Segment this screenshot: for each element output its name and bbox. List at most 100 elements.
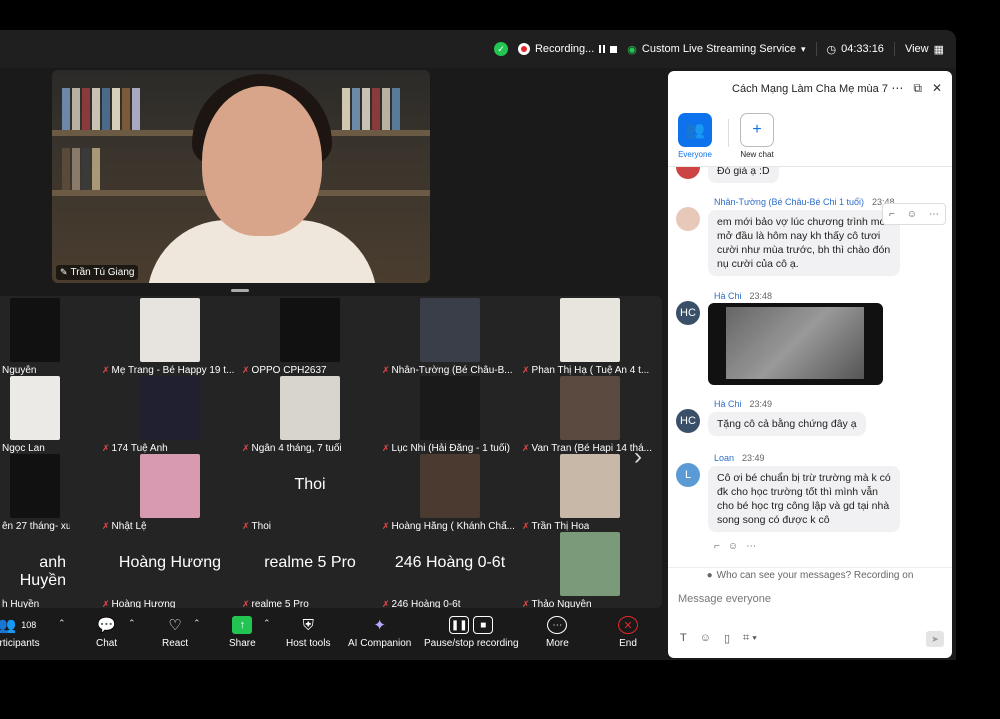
chevron-up-icon[interactable]: ⌃ [58,618,66,629]
participants-count: 108 [21,620,37,630]
encryption-indicator[interactable]: ✓ [493,42,508,56]
participant-tile[interactable]: ✗ Nhân-Tường (Bé Châu-B... [380,298,520,376]
participant-tile[interactable]: Nguyễn [0,298,70,376]
participant-tile[interactable]: ✗ Ngân 4 tháng, 7 tuổi [240,376,380,454]
meeting-toolbar: 👥 108 articipants ⌃ 💬 Chat ⌃ ♡ React ⌃ ↑… [0,608,664,660]
sender-name: Loan [714,453,735,463]
pause-stop-recording-button[interactable]: ❚❚ ■ Pause/stop recording [424,616,519,649]
avatar-initials: HC [680,307,696,319]
host-tools-button[interactable]: ⛨ Host tools [286,616,331,650]
end-label: End [619,638,637,649]
participant-name-label: ✗ Mẹ Trang - Bé Happy 19 t... [102,365,234,376]
livestream-label: Custom Live Streaming Service [641,43,796,55]
participant-tile[interactable]: realme 5 Pro ✗ realme 5 Pro [240,532,380,610]
broadcast-icon: ◉ [627,43,637,56]
react-button[interactable]: ♡ React [162,616,188,649]
share-screen-icon: ↑ [232,616,253,634]
avatar: HC [676,409,700,433]
participant-tile[interactable]: ✗ Mẹ Trang - Bé Happy 19 t... [100,298,240,376]
pause-recording-icon[interactable] [599,45,606,53]
ai-companion-button[interactable]: ✦ AI Companion [348,616,411,649]
timer-value: 04:33:16 [841,43,884,55]
sender-name: Hà Chi [714,399,742,409]
recording-indicator[interactable]: Recording... [517,43,618,55]
more-options-icon[interactable]: ⋯ [929,209,939,220]
emoji-icon[interactable]: ☺ [907,209,917,220]
participant-display-name: Hoàng Hương [118,554,222,571]
participant-tile[interactable]: ✗ Lục Nhi (Hải Đăng - 1 tuổi) [380,376,520,454]
screenshot-icon[interactable]: ⌗ ▾ [743,632,757,645]
file-icon[interactable]: ▯ [724,632,730,645]
participant-tile[interactable]: ✗ Nhật Lệ [100,454,240,532]
share-button[interactable]: ↑ Share [229,616,256,649]
view-button[interactable]: View ▦ [905,43,944,56]
avatar: L [676,463,700,487]
chat-icon: 💬 [97,617,116,634]
participant-name-label: ✗ OPPO CPH2637 [242,365,327,376]
image-content [726,307,864,379]
chevron-up-icon[interactable]: ⌃ [263,618,271,629]
participant-name: OPPO CPH2637 [251,365,327,376]
more-button[interactable]: ⋯ More [546,616,569,649]
livestream-indicator[interactable]: ◉ Custom Live Streaming Service ▾ [627,43,805,56]
stop-recording-icon[interactable] [610,45,618,53]
participant-tile[interactable]: ✗ 174 Tuệ Anh [100,376,240,454]
participants-icon: 👥 [0,617,17,634]
participants-button[interactable]: 👥 108 articipants [0,616,40,649]
end-button[interactable]: ✕ End [618,616,638,649]
chat-messages: Đó giá ạ :D Nhân-Tường (Bé Châu-Bé Chi 1… [668,167,952,567]
chevron-up-icon[interactable]: ⌃ [193,618,201,629]
shared-image[interactable] [708,303,883,385]
participant-tile[interactable]: Hoàng Hương ✗ Hoàng Hương [100,532,240,610]
participant-tile[interactable]: ✗ Thảo Nguyễn [520,532,660,610]
message-text: em mới bảo vợ lúc chương trình mới mở đầ… [717,216,891,270]
participant-tile[interactable]: 246 Hoàng 0-6t ✗ 246 Hoàng 0-6t [380,532,520,610]
muted-mic-icon: ✗ [522,365,530,375]
send-icon[interactable]: ➤ [926,631,944,647]
participant-name: Ngân 4 tháng, 7 tuổi [251,443,342,454]
chevron-up-icon[interactable]: ⌃ [128,618,136,629]
muted-mic-icon: ✗ [102,521,110,531]
chat-title: Cách Mạng Làm Cha Mẹ mùa 7 [732,83,888,95]
participant-tile[interactable]: Thoi ✗ Thoi [240,454,380,532]
message-time: 23:49 [749,399,773,409]
shield-icon: ⛨ [302,616,314,634]
ai-companion-label: AI Companion [348,638,412,649]
next-page-icon[interactable]: › [634,443,642,471]
message-input[interactable]: Message everyone [678,593,771,605]
message-actions: ⌐ ☺ ⋯ [882,203,946,225]
participant-tile[interactable]: ên 27 tháng- xuân... [0,454,70,532]
participant-tile[interactable]: Ngọc Lan [0,376,70,454]
pop-out-icon[interactable]: ⧉ [913,81,922,96]
divider [893,42,895,56]
emoji-icon[interactable]: ☺ [728,541,738,552]
close-icon[interactable]: ✕ [932,81,942,96]
participant-tile[interactable]: anh Huyền h Huyền [0,532,70,610]
participant-name-label: ✗ Ngân 4 tháng, 7 tuổi [242,443,342,454]
participant-tile[interactable]: ✗ Hoàng Hằng ( Khánh Chấ... [380,454,520,532]
more-options-icon[interactable]: ⋯ [746,541,756,552]
new-chat-button[interactable]: + New chat [740,113,774,159]
reply-icon[interactable]: ⌐ [714,541,720,552]
avatar [676,207,700,231]
chat-button[interactable]: 💬 Chat [96,616,117,649]
participant-video [280,376,340,440]
reply-icon[interactable]: ⌐ [889,209,895,220]
active-speaker-video[interactable]: ✎ Trần Tú Giang [52,70,430,283]
participant-video [280,298,340,362]
text-format-icon[interactable]: T [680,632,687,645]
participant-tile[interactable]: ✗ OPPO CPH2637 [240,298,380,376]
resize-handle[interactable] [231,289,249,292]
end-call-icon: ✕ [618,616,638,634]
more-options-icon[interactable]: ⋯ [891,81,903,96]
user-icon: ● [706,570,713,581]
participant-tile[interactable]: ✗ Phan Thị Hạ ( Tuệ An 4 t... [520,298,660,376]
host-tools-label: Host tools [286,638,331,649]
message-text: Đó giá ạ :D [717,167,770,177]
message-sender: Nhân-Tường (Bé Châu-Bé Chi 1 tuổi) 23:48 [714,197,895,207]
participant-video [560,376,620,440]
message-visibility-note[interactable]: ● Who can see your messages? Recording o… [668,567,952,583]
everyone-target[interactable]: 👥 Everyone [678,113,712,159]
avatar [676,167,700,179]
emoji-icon[interactable]: ☺ [700,632,711,645]
